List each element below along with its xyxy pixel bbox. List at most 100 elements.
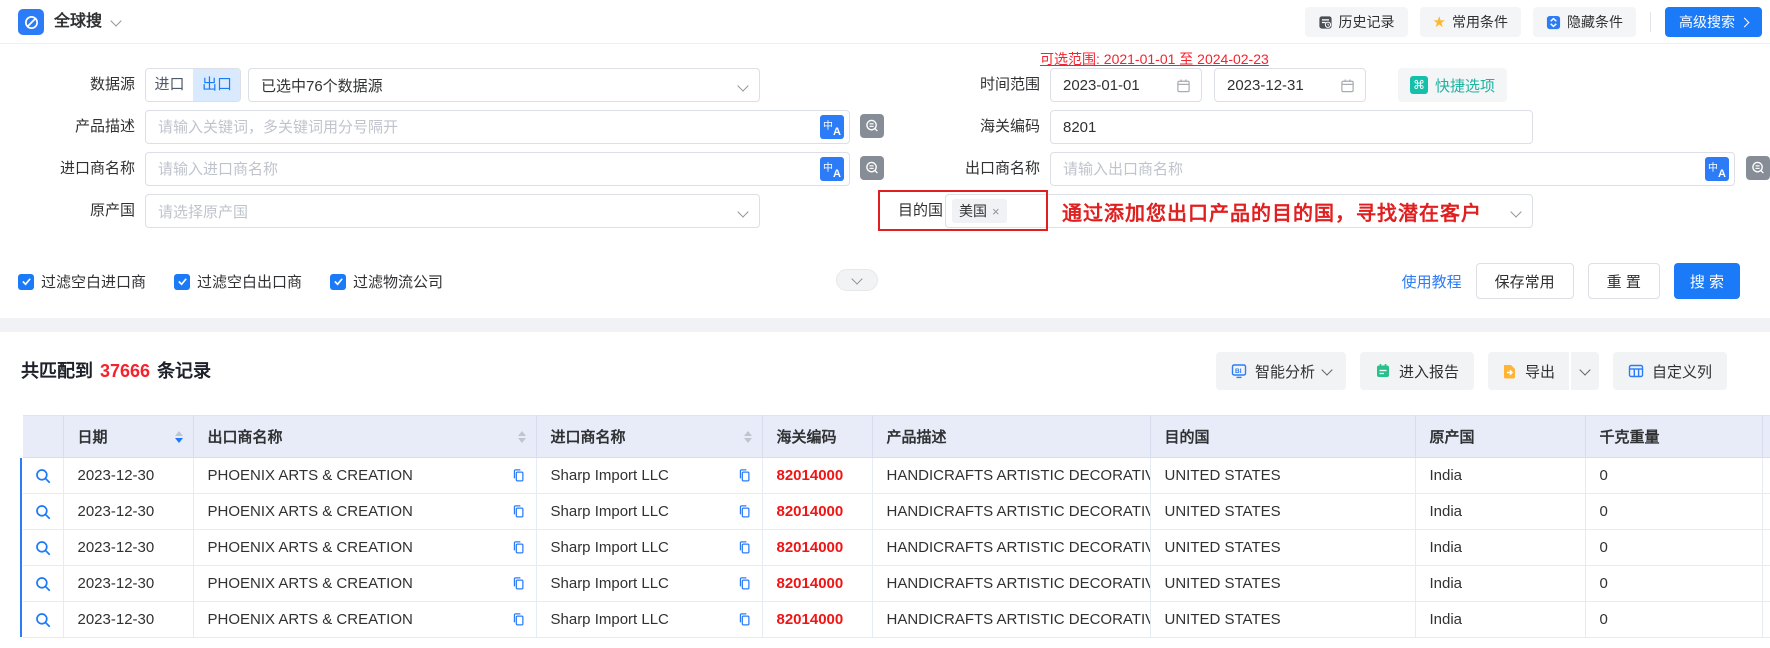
- cell-exporter: PHOENIX ARTS & CREATION: [193, 602, 536, 638]
- cell-hs-code[interactable]: 82014000: [762, 566, 872, 602]
- translate-icon[interactable]: 中A: [1705, 157, 1729, 181]
- copy-icon[interactable]: [737, 612, 752, 627]
- row-search-icon[interactable]: [34, 539, 52, 557]
- checkbox-checked-icon: [330, 274, 346, 290]
- copy-icon[interactable]: [737, 504, 752, 519]
- product-desc-input[interactable]: [146, 119, 849, 136]
- import-export-toggle: 进口 出口: [145, 68, 241, 102]
- importer-input[interactable]: [146, 161, 849, 178]
- exact-match-icon[interactable]: [1746, 156, 1770, 180]
- search-button[interactable]: 搜 索: [1674, 263, 1740, 299]
- cell-hs-code[interactable]: 82014000: [762, 494, 872, 530]
- save-common-button[interactable]: 保存常用: [1476, 263, 1574, 299]
- import-tab[interactable]: 进口: [146, 69, 193, 101]
- chevron-down-icon: [1321, 364, 1332, 375]
- export-dropdown-button[interactable]: [1569, 352, 1599, 390]
- row-search-icon[interactable]: [34, 611, 52, 629]
- chevron-down-icon: [851, 273, 862, 284]
- app-logo: [18, 9, 44, 35]
- favorite-conditions-button[interactable]: ★ 常用条件: [1420, 7, 1521, 37]
- custom-columns-label: 自定义列: [1652, 361, 1712, 382]
- quick-options-label: 快捷选项: [1435, 75, 1495, 96]
- cell-date: 2023-12-30: [63, 566, 193, 602]
- end-date-input[interactable]: 2023-12-31: [1214, 68, 1366, 102]
- translate-icon[interactable]: 中A: [820, 115, 844, 139]
- sort-icons[interactable]: [175, 431, 183, 443]
- exporter-name: PHOENIX ARTS & CREATION: [208, 503, 413, 520]
- cell-product: HANDICRAFTS ARTISTIC DECORATIV: [872, 566, 1150, 602]
- enter-report-button[interactable]: 进入报告: [1360, 352, 1474, 390]
- favorite-button-label: 常用条件: [1452, 12, 1508, 32]
- exporter-name: PHOENIX ARTS & CREATION: [208, 539, 413, 556]
- cell-exporter: PHOENIX ARTS & CREATION: [193, 458, 536, 494]
- copy-icon[interactable]: [511, 504, 526, 519]
- copy-icon[interactable]: [737, 468, 752, 483]
- cell-importer: Sharp Import LLC: [536, 494, 762, 530]
- cell-weight: 0: [1585, 458, 1762, 494]
- data-source-select[interactable]: 已选中76个数据源: [248, 68, 760, 102]
- row-search-icon[interactable]: [34, 467, 52, 485]
- advanced-search-button[interactable]: 高级搜索: [1665, 7, 1762, 37]
- section-divider: [0, 318, 1770, 332]
- history-button[interactable]: 历史记录: [1305, 7, 1408, 37]
- sort-icons[interactable]: [518, 431, 526, 443]
- smart-analysis-button[interactable]: BI 智能分析: [1216, 352, 1346, 390]
- row-search-icon[interactable]: [34, 575, 52, 593]
- cell-hs-code[interactable]: 82014000: [762, 602, 872, 638]
- cell-hs-code[interactable]: 82014000: [762, 530, 872, 566]
- hide-conditions-button[interactable]: 隐藏条件: [1533, 7, 1636, 37]
- copy-icon[interactable]: [737, 576, 752, 591]
- date-range-hint: 可选范围: 2021-01-01 至 2024-02-23: [1040, 49, 1269, 69]
- checkbox-label: 过滤空白进口商: [41, 271, 146, 292]
- reset-button[interactable]: 重 置: [1588, 263, 1660, 299]
- start-date-input[interactable]: 2023-01-01: [1050, 68, 1202, 102]
- copy-icon[interactable]: [511, 468, 526, 483]
- sort-icons[interactable]: [744, 431, 752, 443]
- exact-match-icon[interactable]: [860, 114, 884, 138]
- tag-close-icon[interactable]: ×: [992, 204, 1000, 219]
- title-chevron-down-icon[interactable]: [110, 15, 121, 26]
- destination-label: 目的国: [898, 194, 943, 228]
- cell-origin: India: [1415, 602, 1585, 638]
- cell-spacer: [1762, 458, 1770, 494]
- tutorial-link[interactable]: 使用教程: [1402, 271, 1462, 292]
- cell-hs-code[interactable]: 82014000: [762, 458, 872, 494]
- table-row: 2023-12-30 PHOENIX ARTS & CREATION Sharp…: [23, 602, 1770, 638]
- exporter-label: 出口商名称: [910, 152, 1040, 186]
- history-button-label: 历史记录: [1339, 12, 1395, 32]
- export-button-group: 导出: [1488, 352, 1599, 390]
- translate-icon[interactable]: 中A: [820, 157, 844, 181]
- header-date[interactable]: 日期: [63, 416, 193, 458]
- export-button[interactable]: 导出: [1488, 352, 1569, 390]
- table-row: 2023-12-30 PHOENIX ARTS & CREATION Sharp…: [23, 494, 1770, 530]
- results-table: 日期 出口商名称 进口商名称 海关编码 产: [23, 415, 1770, 638]
- header-importer[interactable]: 进口商名称: [536, 416, 762, 458]
- filter-blank-exporter-checkbox[interactable]: 过滤空白出口商: [174, 271, 302, 292]
- destination-tag[interactable]: 美国 ×: [952, 199, 1007, 223]
- row-search-icon[interactable]: [34, 503, 52, 521]
- cell-exporter: PHOENIX ARTS & CREATION: [193, 494, 536, 530]
- filter-logistics-checkbox[interactable]: 过滤物流公司: [330, 271, 443, 292]
- collapse-form-button[interactable]: [836, 269, 878, 291]
- origin-country-select[interactable]: 请选择原产国: [145, 194, 760, 228]
- chevron-right-icon: [1740, 17, 1750, 27]
- hs-code-input[interactable]: [1051, 119, 1532, 136]
- cell-date: 2023-12-30: [63, 494, 193, 530]
- export-tab[interactable]: 出口: [193, 69, 240, 101]
- quick-options-button[interactable]: ⌘ 快捷选项: [1398, 68, 1507, 102]
- copy-icon[interactable]: [511, 576, 526, 591]
- exact-match-icon[interactable]: [860, 156, 884, 180]
- exporter-input[interactable]: [1051, 161, 1734, 178]
- copy-icon[interactable]: [511, 540, 526, 555]
- cell-origin: India: [1415, 566, 1585, 602]
- header-spacer: [1762, 416, 1770, 458]
- count-value: 37666: [100, 361, 150, 382]
- history-icon: [1318, 15, 1333, 30]
- copy-icon[interactable]: [737, 540, 752, 555]
- cell-origin: India: [1415, 530, 1585, 566]
- custom-columns-button[interactable]: 自定义列: [1613, 352, 1727, 390]
- header-exporter[interactable]: 出口商名称: [193, 416, 536, 458]
- filter-blank-importer-checkbox[interactable]: 过滤空白进口商: [18, 271, 146, 292]
- copy-icon[interactable]: [511, 612, 526, 627]
- topbar: 全球搜 历史记录 ★ 常用条件 隐藏条件: [0, 0, 1770, 44]
